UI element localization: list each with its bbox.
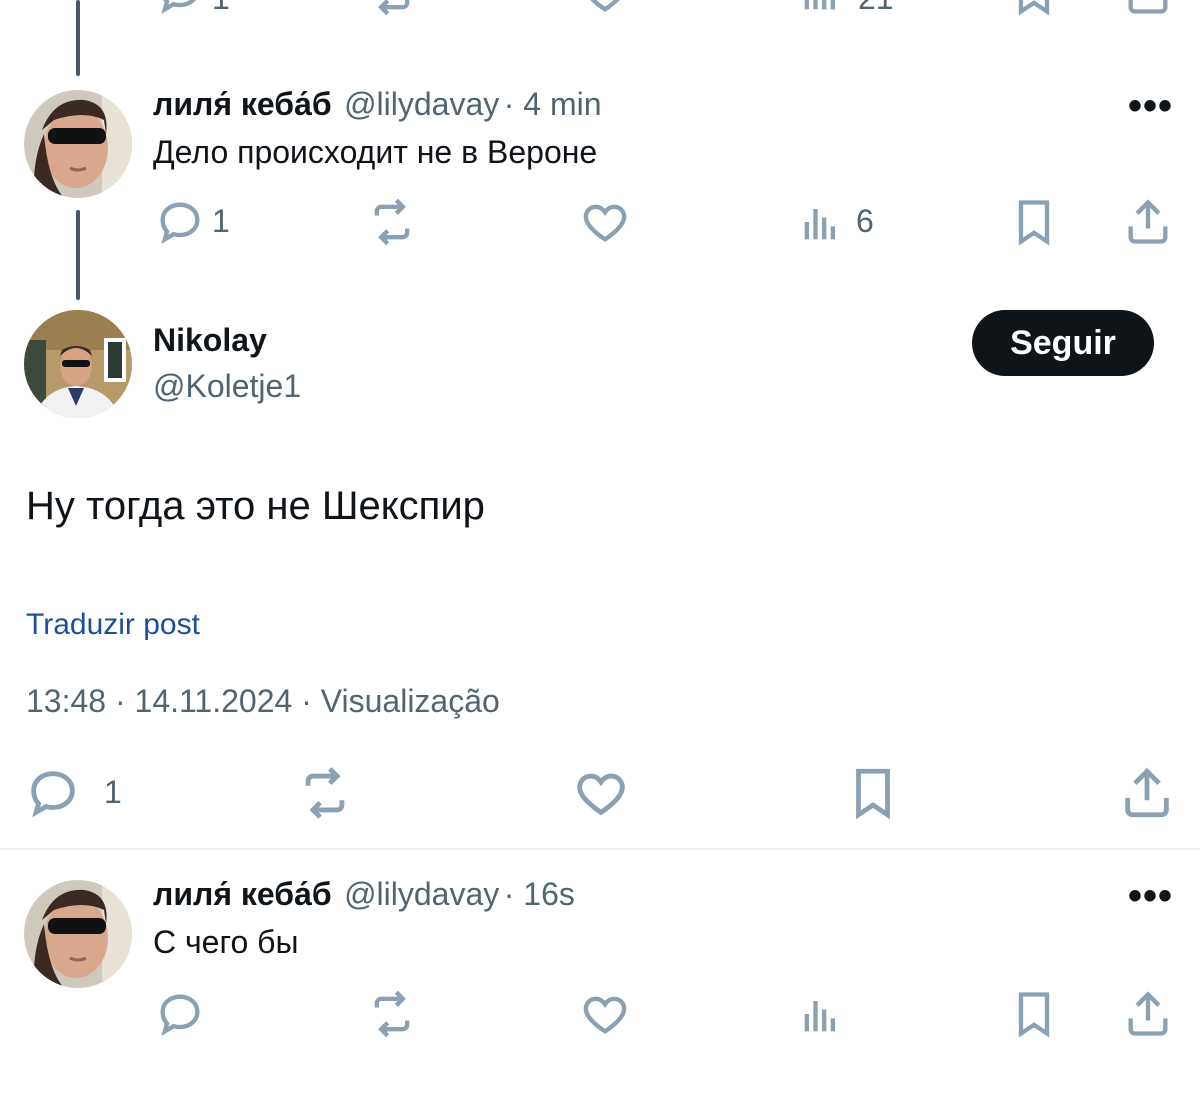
- reply-icon[interactable]: [24, 764, 82, 822]
- share-icon[interactable]: [1122, 0, 1174, 18]
- bookmark-icon[interactable]: [1008, 988, 1060, 1040]
- views-count: 6: [856, 203, 874, 239]
- post-meta: 13:48 · 14.11.2024 · Visualização: [26, 683, 500, 719]
- post-time[interactable]: · 16s: [504, 876, 575, 912]
- reply-icon[interactable]: [154, 196, 206, 248]
- repost-icon[interactable]: [366, 196, 418, 248]
- avatar[interactable]: [24, 310, 132, 418]
- views-icon[interactable]: [796, 988, 848, 1040]
- like-icon[interactable]: [579, 988, 631, 1040]
- thread-line-mid: [76, 210, 80, 300]
- reply2-text: С чего бы: [153, 924, 299, 960]
- reply2-header: лиля́ кеба́б @lilydavay · 16s: [153, 876, 575, 913]
- reply-icon[interactable]: [154, 0, 206, 18]
- repost-icon[interactable]: [366, 0, 418, 18]
- views-icon[interactable]: [796, 0, 848, 18]
- like-icon[interactable]: [579, 196, 631, 248]
- more-icon[interactable]: •••: [1128, 84, 1173, 129]
- reply-icon[interactable]: [154, 988, 206, 1040]
- share-icon[interactable]: [1122, 196, 1174, 248]
- author-handle[interactable]: @lilydavay: [344, 86, 499, 122]
- repost-icon[interactable]: [366, 988, 418, 1040]
- bookmark-icon[interactable]: [844, 764, 902, 822]
- author-name[interactable]: лиля́ кеба́б: [153, 86, 332, 122]
- bookmark-icon[interactable]: [1008, 0, 1060, 18]
- like-icon[interactable]: [572, 764, 630, 822]
- like-icon[interactable]: [579, 0, 631, 18]
- reply-count: 1: [104, 774, 122, 810]
- reply1-header: лиля́ кеба́б @lilydavay · 4 min: [153, 86, 602, 123]
- author-handle[interactable]: @Koletje1: [153, 368, 301, 405]
- views-icon[interactable]: [796, 196, 848, 248]
- avatar[interactable]: [24, 880, 132, 988]
- post-text: Ну тогда это не Шекспир: [26, 484, 485, 528]
- avatar[interactable]: [24, 90, 132, 198]
- share-icon[interactable]: [1118, 764, 1176, 822]
- author-name[interactable]: лиля́ кеба́б: [153, 876, 332, 912]
- top-views-count: 21: [858, 0, 894, 17]
- share-icon[interactable]: [1122, 988, 1174, 1040]
- divider: [0, 848, 1200, 850]
- author-handle[interactable]: @lilydavay: [344, 876, 499, 912]
- author-name[interactable]: Nikolay: [153, 322, 267, 359]
- more-icon[interactable]: •••: [1128, 874, 1173, 919]
- reply-count: 1: [212, 203, 230, 239]
- thread-line-top: [76, 0, 80, 76]
- repost-icon[interactable]: [296, 764, 354, 822]
- reply1-text: Дело происходит не в Вероне: [153, 134, 598, 170]
- follow-button[interactable]: Seguir: [972, 310, 1154, 376]
- translate-link[interactable]: Traduzir post: [26, 608, 200, 642]
- top-reply-count: 1: [212, 0, 230, 17]
- post-time[interactable]: · 4 min: [504, 86, 602, 122]
- bookmark-icon[interactable]: [1008, 196, 1060, 248]
